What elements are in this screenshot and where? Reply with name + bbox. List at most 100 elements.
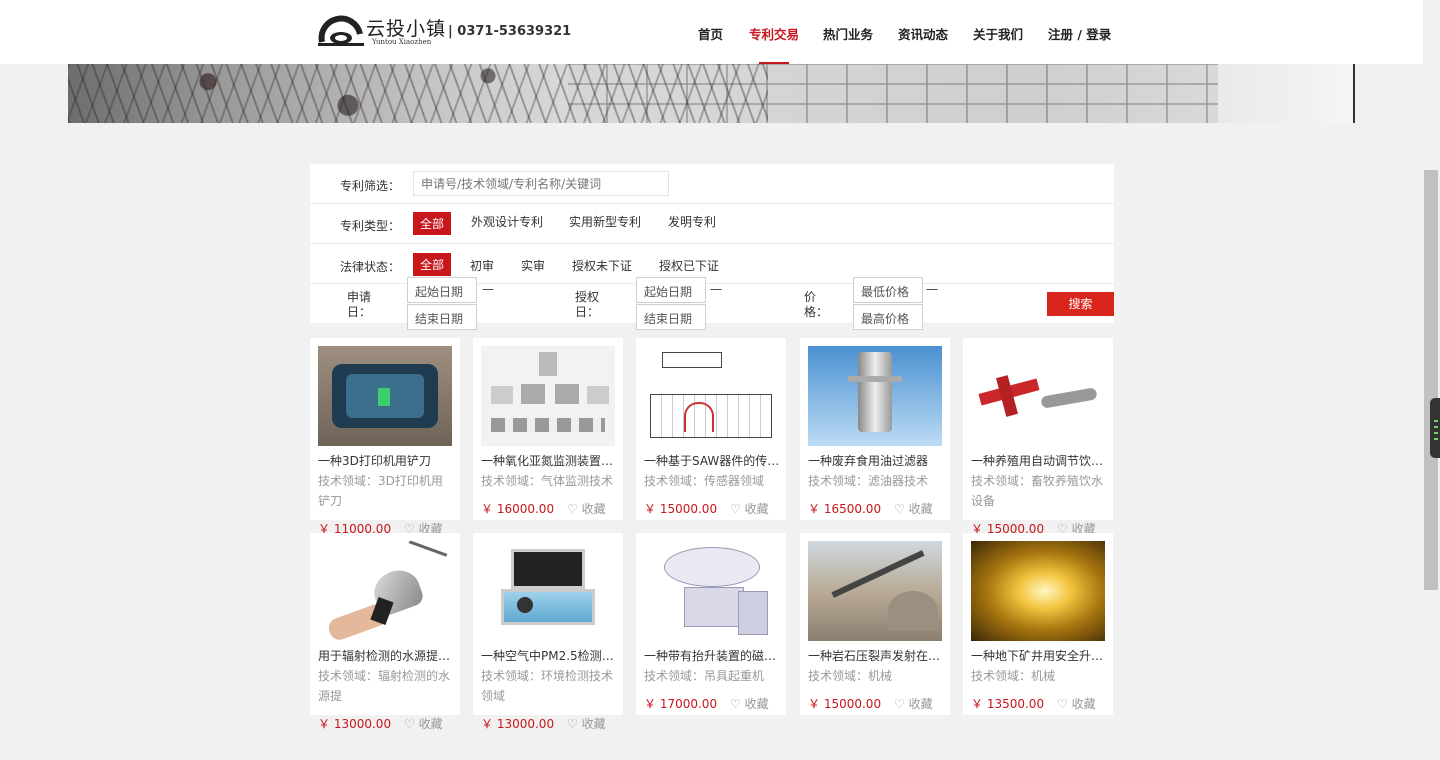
status-option-preliminary[interactable]: 初审 (470, 257, 494, 274)
favorite-button[interactable]: ♡ 收藏 (730, 695, 769, 712)
product-price: ￥ 13000.00 (481, 717, 555, 731)
main-nav: 首页 专利交易 热门业务 资讯动态 关于我们 注册 / 登录 (0, 24, 1423, 64)
grant-date-label: 授权日： (575, 290, 600, 319)
apply-date-label: 申请日： (347, 290, 372, 319)
product-image[interactable] (318, 541, 452, 641)
product-field: 技术领域：辐射检测的水源提 (318, 669, 451, 703)
product-title[interactable]: 一种岩石压裂声发射在线检测装置 (808, 647, 944, 664)
type-option-utility[interactable]: 实用新型专利 (569, 213, 641, 230)
patent-search-input[interactable] (413, 171, 669, 196)
product-title[interactable]: 一种地下矿井用安全升降装置 (971, 647, 1107, 664)
product-title[interactable]: 一种基于SAW器件的传感器 (644, 452, 780, 469)
product-field: 技术领域：机械 (971, 669, 1056, 683)
status-option-substantive[interactable]: 实审 (521, 257, 545, 274)
product-field: 技术领域：滤油器技术 (808, 474, 929, 488)
product-card[interactable]: 用于辐射检测的水源提取装置技术领域：辐射检测的水源提 ￥ 13000.00 ♡ 收藏 (310, 533, 460, 731)
product-image[interactable] (481, 541, 615, 641)
product-price: ￥ 13500.00 (971, 697, 1045, 711)
product-image[interactable] (644, 541, 778, 641)
product-title[interactable]: 一种空气中PM2.5检测装置 (481, 647, 617, 664)
apply-start-date-input[interactable]: 起始日期 (407, 277, 477, 303)
type-option-invention[interactable]: 发明专利 (668, 213, 716, 230)
product-field: 技术领域：3D打印机用铲刀 (318, 474, 443, 508)
type-option-design[interactable]: 外观设计专利 (471, 213, 543, 230)
product-title[interactable]: 一种带有抬升装置的磁力起重机 (644, 647, 780, 664)
search-button[interactable]: 搜索 (1047, 292, 1114, 316)
product-price: ￥ 16500.00 (808, 502, 882, 516)
product-image[interactable] (318, 346, 452, 446)
search-label: 专利筛选： (340, 179, 401, 193)
nav-about[interactable]: 关于我们 (973, 24, 1023, 43)
favorite-button[interactable]: ♡ 收藏 (1057, 695, 1096, 712)
apply-date-dash: — (482, 282, 494, 296)
product-title[interactable]: 一种3D打印机用铲刀 (318, 452, 454, 469)
product-title[interactable]: 一种氧化亚氮监测装置及方法 (481, 452, 617, 469)
page-scrollbar[interactable] (1423, 0, 1440, 760)
product-image[interactable] (644, 346, 778, 446)
product-price: ￥ 16000.00 (481, 502, 555, 516)
side-float-widget[interactable] (1430, 398, 1440, 458)
status-label: 法律状态： (340, 260, 401, 274)
product-title[interactable]: 用于辐射检测的水源提取装置 (318, 647, 454, 664)
scrollbar-thumb[interactable] (1424, 170, 1438, 590)
product-title[interactable]: 一种养殖用自动调节饮水装置 (971, 452, 1107, 469)
nav-patent-trade[interactable]: 专利交易 (749, 24, 799, 43)
filter-row-search: 专利筛选： (310, 164, 1114, 204)
product-field: 技术领域：环境检测技术领域 (481, 669, 614, 703)
product-field: 技术领域：机械 (808, 669, 893, 683)
nav-login[interactable]: 注册 / 登录 (1048, 24, 1111, 43)
grant-start-date-input[interactable]: 起始日期 (636, 277, 706, 303)
product-card[interactable]: 一种岩石压裂声发射在线检测装置技术领域：机械 ￥ 15000.00 ♡ 收藏 (800, 533, 950, 715)
nav-news[interactable]: 资讯动态 (898, 24, 948, 43)
product-card[interactable]: 一种基于SAW器件的传感器 技术领域：传感器领域 ￥ 15000.00 ♡ 收藏 (636, 338, 786, 520)
favorite-button[interactable]: ♡ 收藏 (894, 695, 933, 712)
type-label: 专利类型： (340, 219, 401, 233)
price-dash: — (926, 282, 938, 296)
product-card[interactable]: 一种地下矿井用安全升降装置技术领域：机械 ￥ 13500.00 ♡ 收藏 (963, 533, 1113, 715)
nav-hot-business[interactable]: 热门业务 (823, 24, 873, 43)
banner-trees (68, 64, 768, 123)
type-option-all[interactable]: 全部 (413, 212, 452, 235)
active-nav-underline (759, 62, 789, 64)
product-image[interactable] (481, 346, 615, 446)
product-card[interactable]: 一种氧化亚氮监测装置及方法技术领域：气体监测技术 ￥ 16000.00 ♡ 收藏 (473, 338, 623, 520)
apply-end-date-input[interactable]: 结束日期 (407, 304, 477, 330)
banner-edge (1353, 64, 1355, 123)
favorite-button[interactable]: ♡ 收藏 (894, 500, 933, 517)
hero-banner (68, 64, 1355, 123)
favorite-button[interactable]: ♡ 收藏 (567, 500, 606, 517)
product-card[interactable]: 一种废弃食用油过滤器 技术领域：滤油器技术 ￥ 16500.00 ♡ 收藏 (800, 338, 950, 520)
product-card[interactable]: 一种带有抬升装置的磁力起重机技术领域：吊具起重机 ￥ 17000.00 ♡ 收藏 (636, 533, 786, 715)
favorite-button[interactable]: ♡ 收藏 (567, 715, 606, 732)
product-field: 技术领域：吊具起重机 (644, 669, 765, 683)
status-option-all[interactable]: 全部 (413, 253, 452, 276)
favorite-button[interactable]: ♡ 收藏 (404, 715, 443, 732)
min-price-input[interactable]: 最低价格 (853, 277, 923, 303)
filter-row-type: 专利类型： 全部 外观设计专利 实用新型专利 发明专利 (310, 204, 1114, 244)
nav-home[interactable]: 首页 (698, 24, 723, 43)
product-field: 技术领域：传感器领域 (644, 474, 765, 488)
product-image[interactable] (971, 346, 1105, 446)
product-card[interactable]: 一种空气中PM2.5检测装置技术领域：环境检测技术领域 ￥ 13000.00 ♡ 收… (473, 533, 623, 731)
product-image[interactable] (971, 541, 1105, 641)
product-title[interactable]: 一种废弃食用油过滤器 (808, 452, 944, 469)
product-price: ￥ 13000.00 (318, 717, 392, 731)
site-header: 云投小镇 Yuntou Xiaozhen | 0371-53639321 首页专… (0, 0, 1423, 64)
status-option-granted-uncertified[interactable]: 授权未下证 (572, 257, 632, 274)
max-price-input[interactable]: 最高价格 (853, 304, 923, 330)
favorite-button[interactable]: ♡ 收藏 (730, 500, 769, 517)
grant-end-date-input[interactable]: 结束日期 (636, 304, 706, 330)
status-option-granted-certified[interactable]: 授权已下证 (659, 257, 719, 274)
price-label: 价格： (804, 290, 829, 319)
product-field: 技术领域：气体监测技术 (481, 474, 614, 488)
grant-date-dash: — (710, 282, 722, 296)
product-price: ￥ 15000.00 (644, 502, 718, 516)
product-price: ￥ 17000.00 (644, 697, 718, 711)
product-image[interactable] (808, 541, 942, 641)
product-card[interactable]: 一种3D打印机用铲刀 技术领域：3D打印机用铲刀 ￥ 11000.00 ♡ 收藏 (310, 338, 460, 536)
product-image[interactable] (808, 346, 942, 446)
patent-filter-panel: 专利筛选： 专利类型： 全部 外观设计专利 实用新型专利 发明专利 法律状态： … (310, 164, 1114, 330)
product-card[interactable]: 一种养殖用自动调节饮水装置技术领域：畜牧养殖饮水设备￥ 15000.00♡ 收藏 (963, 338, 1113, 536)
product-field: 技术领域：畜牧养殖饮水设备 (971, 474, 1104, 508)
product-price: ￥ 15000.00 (808, 697, 882, 711)
